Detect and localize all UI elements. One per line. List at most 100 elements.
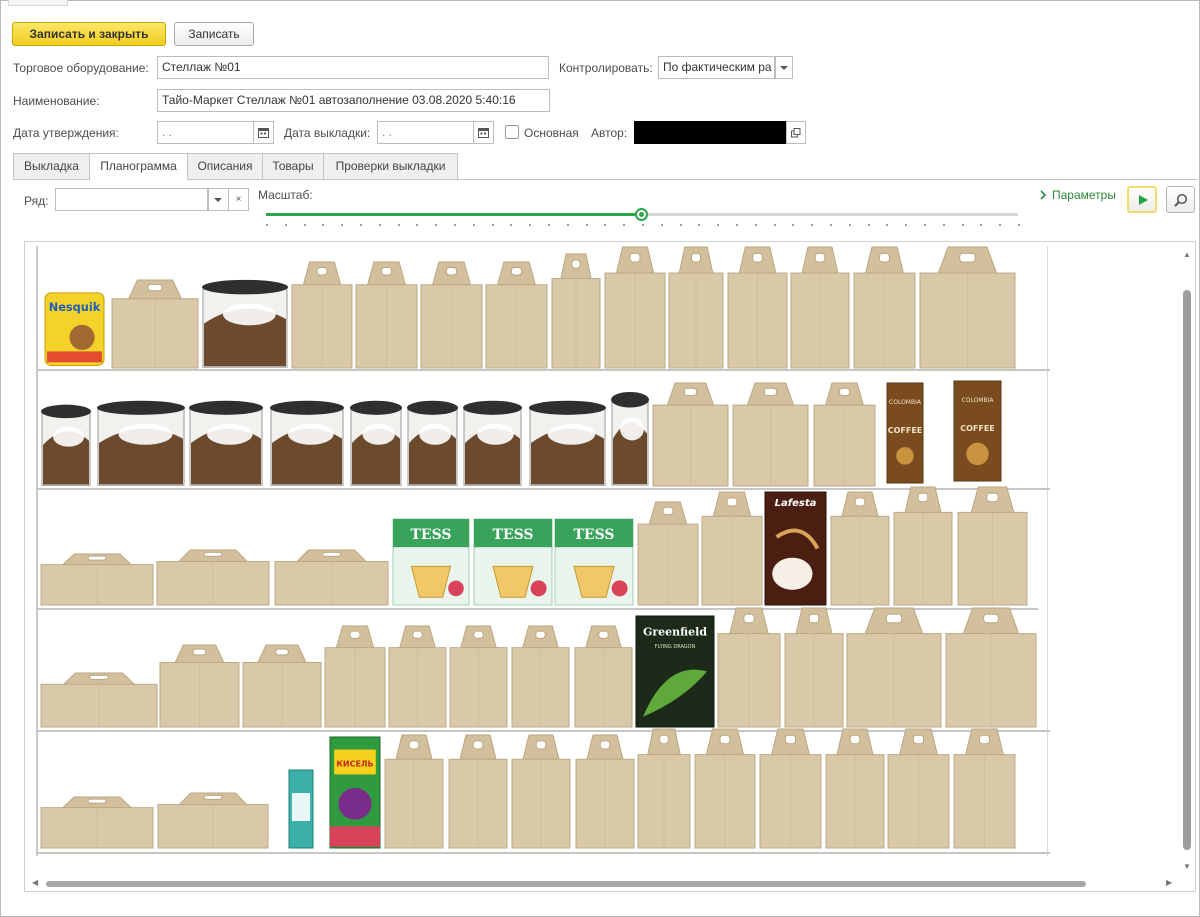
product-box[interactable] <box>242 644 322 728</box>
layout-date-calendar-button[interactable] <box>474 121 494 144</box>
product-box[interactable] <box>159 644 240 728</box>
planogram-canvas[interactable]: Nesquik COLOMBIA COFFEE COLOMBIA COFFEE TESS T… <box>24 241 1196 892</box>
product-coffee-tin[interactable] <box>462 399 523 487</box>
parameters-link[interactable]: Параметры <box>1040 188 1116 202</box>
zoom-button[interactable] <box>1166 186 1195 213</box>
product-tess[interactable]: TESS <box>473 518 553 606</box>
product-box[interactable] <box>668 246 724 369</box>
product-coffee-tin[interactable] <box>40 403 92 487</box>
layout-date-field[interactable]: . . <box>377 121 474 144</box>
name-field[interactable]: Тайо-Маркет Стеллаж №01 автозаполнение 0… <box>157 89 550 112</box>
product-box[interactable] <box>784 607 844 728</box>
product-box[interactable] <box>732 382 809 487</box>
horizontal-scroll-thumb[interactable] <box>46 881 1086 887</box>
product-coffee-tin[interactable] <box>96 399 186 487</box>
product-box[interactable] <box>887 728 950 849</box>
scroll-right-icon[interactable]: ▶ <box>1166 878 1172 887</box>
run-button[interactable] <box>1127 186 1157 213</box>
product-kissel[interactable]: КИСЕЛЬ <box>329 736 381 849</box>
product-box[interactable] <box>945 607 1037 728</box>
product-box[interactable] <box>825 728 885 849</box>
approval-date-field[interactable]: . . <box>157 121 254 144</box>
control-select[interactable]: По фактическим ра <box>658 56 775 79</box>
tab-planogram[interactable]: Планограмма <box>89 153 188 180</box>
product-box[interactable] <box>637 728 691 849</box>
control-dropdown-button[interactable] <box>775 56 793 79</box>
product-box[interactable] <box>511 734 571 849</box>
product-box[interactable] <box>40 553 154 606</box>
product-box[interactable] <box>637 501 699 606</box>
tab-layout[interactable]: Выкладка <box>13 153 90 179</box>
product-nesquik[interactable]: Nesquik <box>43 289 106 367</box>
product-coffee-tin[interactable] <box>406 399 459 487</box>
product-coffee-bag[interactable]: COLOMBIA COFFEE <box>885 381 925 485</box>
product-box[interactable] <box>324 625 386 728</box>
product-tess[interactable]: TESS <box>392 518 470 606</box>
product-box[interactable] <box>355 261 418 369</box>
product-box[interactable] <box>717 607 781 728</box>
author-field-redacted[interactable] <box>634 121 786 144</box>
tab-descriptions[interactable]: Описания <box>187 153 263 179</box>
tab-products[interactable]: Товары <box>262 153 324 179</box>
product-box[interactable] <box>274 549 389 606</box>
product-coffee-tin[interactable] <box>349 399 403 487</box>
scroll-down-icon[interactable]: ▼ <box>1183 862 1191 871</box>
product-box[interactable] <box>40 672 158 728</box>
product-box[interactable] <box>759 728 822 849</box>
product-box[interactable] <box>701 491 763 606</box>
product-box[interactable] <box>448 734 508 849</box>
product-box[interactable] <box>957 486 1028 606</box>
product-box[interactable] <box>953 728 1016 849</box>
product-box[interactable] <box>111 279 199 369</box>
approval-date-calendar-button[interactable] <box>254 121 274 144</box>
product-box[interactable] <box>40 796 154 849</box>
product-coffee-tin[interactable] <box>528 399 607 487</box>
vertical-scrollbar[interactable]: ▲ ▼ <box>1180 250 1194 875</box>
product-box[interactable] <box>157 792 269 849</box>
product-box[interactable] <box>156 549 270 606</box>
horizontal-scrollbar[interactable]: ◀ ▶ <box>30 877 1180 891</box>
product-box[interactable] <box>727 246 788 369</box>
product-box[interactable] <box>830 491 890 606</box>
product-box[interactable] <box>485 261 548 369</box>
product-small-pack[interactable] <box>288 769 314 849</box>
product-box[interactable] <box>449 625 508 728</box>
product-coffee-tin[interactable] <box>188 399 264 487</box>
product-box[interactable] <box>384 734 444 849</box>
product-box[interactable] <box>388 625 447 728</box>
tab-layout-checks[interactable]: Проверки выкладки <box>323 153 458 179</box>
product-box[interactable] <box>551 253 601 369</box>
scale-slider-handle[interactable] <box>635 208 648 221</box>
row-clear-button[interactable]: × <box>228 188 249 211</box>
author-open-button[interactable] <box>786 121 806 144</box>
save-and-close-button[interactable]: Записать и закрыть <box>12 22 166 46</box>
save-button[interactable]: Записать <box>174 22 254 46</box>
product-box[interactable] <box>893 486 953 606</box>
scroll-up-icon[interactable]: ▲ <box>1183 250 1191 259</box>
product-box[interactable] <box>511 625 570 728</box>
product-lafesta[interactable]: Lafesta <box>764 491 827 606</box>
product-box[interactable] <box>919 246 1016 369</box>
product-box[interactable] <box>813 382 876 487</box>
product-tess[interactable]: TESS <box>554 518 634 606</box>
product-box[interactable] <box>291 261 353 369</box>
product-box[interactable] <box>853 246 916 369</box>
row-dropdown-button[interactable] <box>208 188 229 211</box>
product-box[interactable] <box>574 625 633 728</box>
product-box[interactable] <box>694 728 756 849</box>
product-greenfield[interactable]: Greenfield FLYING DRAGON <box>635 615 715 728</box>
scroll-left-icon[interactable]: ◀ <box>32 878 38 887</box>
product-box[interactable] <box>846 607 942 728</box>
vertical-scroll-thumb[interactable] <box>1183 290 1191 850</box>
product-box[interactable] <box>604 246 666 369</box>
product-coffee-tin[interactable] <box>269 399 345 487</box>
row-field[interactable] <box>55 188 208 211</box>
main-checkbox[interactable] <box>505 125 519 139</box>
product-box[interactable] <box>420 261 483 369</box>
product-box[interactable] <box>790 246 850 369</box>
product-coffee-tin[interactable] <box>201 278 289 369</box>
product-box[interactable] <box>652 382 729 487</box>
product-coffee-bag[interactable]: COLOMBIA COFFEE <box>952 379 1003 483</box>
scale-slider[interactable] <box>266 208 1018 221</box>
equipment-field[interactable]: Стеллаж №01 <box>157 56 549 79</box>
